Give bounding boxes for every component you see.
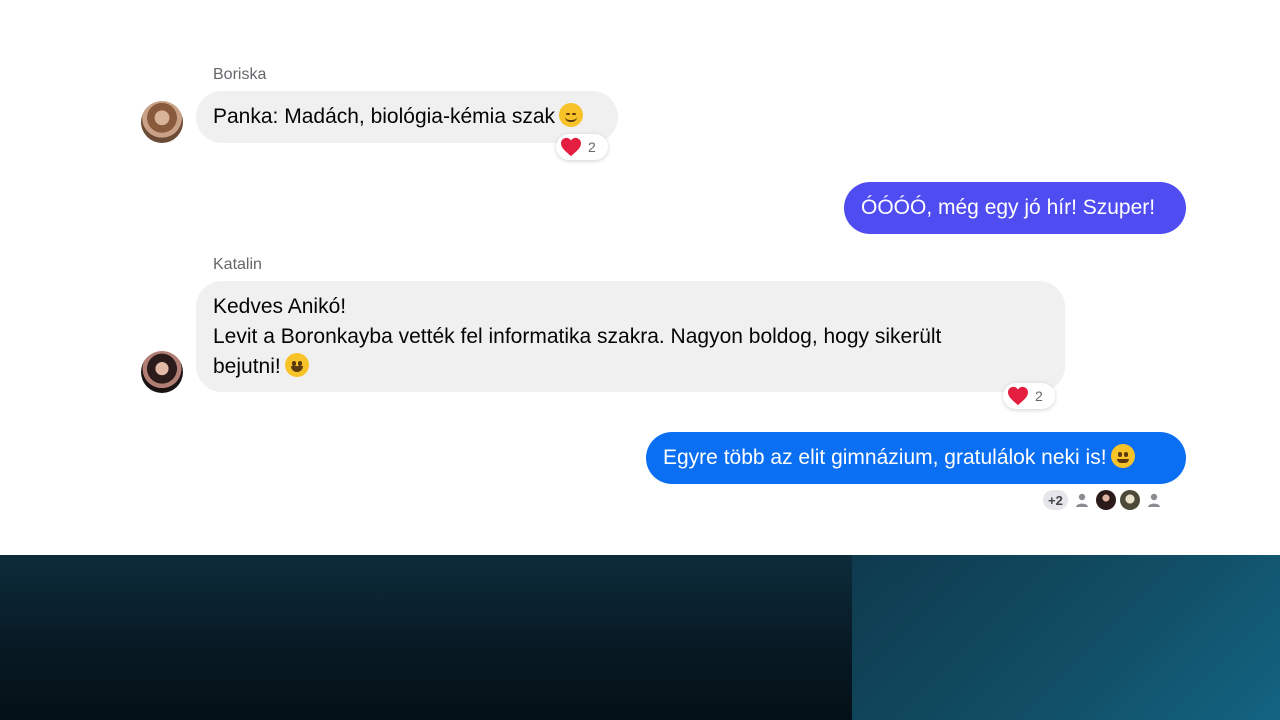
heart-icon [1007,385,1029,407]
reaction-badge[interactable]: 2 [556,134,608,160]
message-line: bejutni! [213,352,1048,382]
grinning-face-icon [284,353,309,377]
reaction-count: 2 [588,139,596,155]
message-line: Levit a Boronkayba vették fel informatik… [213,325,942,348]
background-panel-right [852,555,1280,720]
message-bubble-incoming[interactable]: Panka: Madách, biológia-kémia szak [196,91,618,143]
message-text: bejutni! [213,355,281,378]
default-avatar-icon [1071,490,1092,510]
sender-name: Boriska [213,66,267,83]
message-line: Egyre több az elit gimnázium, gratulálok… [663,443,1169,473]
message-text: Panka: Madách, biológia-kémia szak [213,105,556,128]
message-bubble-outgoing[interactable]: Egyre több az elit gimnázium, gratulálok… [646,432,1186,484]
chat-thread: Boriska Panka: Madách, biológia-kémia sz… [0,0,1280,555]
message-text: ÓÓÓÓ, még egy jó hír! Szuper! [861,196,1156,219]
reaction-count: 2 [1035,388,1043,404]
background-band [0,555,1280,720]
heart-icon [560,136,582,158]
slightly-smiling-face-icon [1110,444,1135,468]
message-bubble-incoming[interactable]: Kedves Anikó! Levit a Boronkayba vették … [196,281,1065,392]
seen-by-avatar [1095,490,1116,510]
seen-by-avatar [1119,490,1140,510]
message-line: Panka: Madách, biológia-kémia szak [213,102,601,132]
background-panel-left [0,555,852,720]
sender-name: Katalin [213,256,262,273]
reaction-badge[interactable]: 2 [1003,383,1055,409]
avatar-katalin[interactable] [141,351,183,393]
default-avatar-icon [1143,490,1164,510]
relieved-face-icon [559,103,584,127]
avatar-boriska[interactable] [141,101,183,143]
message-text: Egyre több az elit gimnázium, gratulálok… [663,446,1107,469]
message-bubble-outgoing[interactable]: ÓÓÓÓ, még egy jó hír! Szuper! [844,182,1186,234]
seen-by-row[interactable]: +2 [1043,490,1164,510]
seen-by-more-count[interactable]: +2 [1043,490,1068,510]
message-line: Kedves Anikó! [213,295,347,318]
